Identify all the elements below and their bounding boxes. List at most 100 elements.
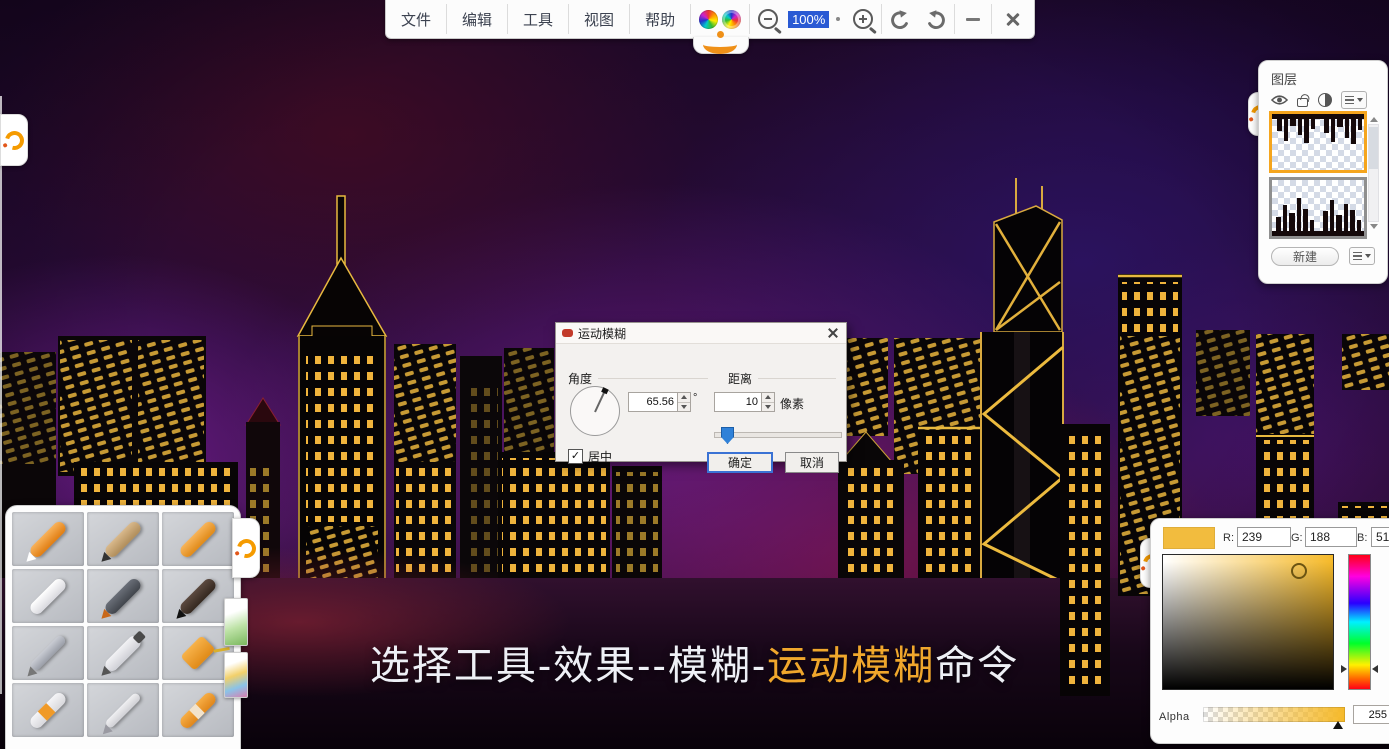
angle-unit: ° xyxy=(693,392,697,404)
dialog-titlebar[interactable]: 运动模糊 xyxy=(556,323,846,344)
menu-file[interactable]: 文件 xyxy=(386,0,446,38)
caption-suffix: 命令 xyxy=(935,644,1019,688)
blue-input[interactable] xyxy=(1371,527,1389,547)
tool-crayon[interactable] xyxy=(162,512,234,566)
center-label: 居中 xyxy=(588,448,612,465)
layers-scrollbar[interactable] xyxy=(1367,115,1380,231)
group-rule xyxy=(598,378,708,379)
contrast-icon[interactable] xyxy=(1318,93,1332,107)
tool-palette-handle[interactable] xyxy=(232,518,260,578)
tool-palette xyxy=(5,505,241,749)
mascot-button[interactable] xyxy=(691,0,749,38)
zoom-out-icon xyxy=(758,9,778,29)
angle-spinner[interactable] xyxy=(678,392,691,412)
tool-liner-brush[interactable] xyxy=(87,683,159,737)
cone-crayon-icon xyxy=(28,519,68,559)
center-checkbox[interactable]: ✓ xyxy=(568,449,583,464)
eye-icon[interactable] xyxy=(1271,94,1288,106)
spin-up-icon[interactable] xyxy=(762,393,774,402)
angle-input[interactable] xyxy=(628,392,678,412)
zoom-in-icon xyxy=(853,9,873,29)
menu-view[interactable]: 视图 xyxy=(569,0,629,38)
chalk-icon xyxy=(28,576,68,616)
sv-marker-icon[interactable] xyxy=(1291,563,1307,579)
motion-blur-dialog: 运动模糊 角度 距离 ° 像素 xyxy=(555,322,847,462)
alpha-slider[interactable] xyxy=(1203,707,1345,722)
smile-icon xyxy=(703,35,737,54)
left-panel-handle[interactable] xyxy=(0,114,28,166)
zoom-dropdown-dot[interactable] xyxy=(836,17,840,21)
spin-down-icon[interactable] xyxy=(762,402,774,412)
blue-label: B: xyxy=(1357,532,1367,544)
layer-thumbnail-selected[interactable] xyxy=(1269,111,1367,173)
liner-brush-icon xyxy=(104,691,141,728)
group-rule xyxy=(758,378,836,379)
template-card-plant[interactable] xyxy=(224,598,248,646)
pen-brush-icon xyxy=(178,576,218,616)
alpha-label: Alpha xyxy=(1159,711,1190,723)
zoom-level[interactable]: 100% xyxy=(788,0,829,38)
minimize-button[interactable] xyxy=(955,0,991,38)
tool-flat-brush[interactable] xyxy=(87,569,159,623)
distance-label: 距离 xyxy=(728,370,752,387)
tool-paint-tube[interactable] xyxy=(12,683,84,737)
distance-input[interactable] xyxy=(714,392,762,412)
scroll-thumb[interactable] xyxy=(1369,127,1378,169)
layer-thumbnail[interactable] xyxy=(1269,177,1367,239)
menu-icon xyxy=(1353,252,1362,261)
close-button[interactable] xyxy=(992,0,1034,38)
chevron-down-icon xyxy=(1365,254,1371,258)
distance-slider-handle[interactable] xyxy=(721,427,734,444)
layers-options-button[interactable] xyxy=(1349,247,1375,265)
angle-dial[interactable] xyxy=(570,386,620,436)
angle-dial-pointer[interactable] xyxy=(594,392,605,413)
template-card-colorful[interactable] xyxy=(224,652,248,698)
minimize-icon xyxy=(966,18,980,21)
scroll-up-icon[interactable] xyxy=(1370,117,1378,122)
dialog-close-icon[interactable] xyxy=(826,326,840,340)
crayon-icon xyxy=(178,519,218,559)
app-screen: 选择工具-效果--模糊-运动模糊命令 文件 编辑 工具 视图 帮助 100% xyxy=(0,0,1389,749)
ok-button[interactable]: 确定 xyxy=(707,452,773,473)
tool-pencil[interactable] xyxy=(87,512,159,566)
tool-chalk[interactable] xyxy=(12,569,84,623)
undo-icon xyxy=(889,8,911,30)
zoom-in-button[interactable] xyxy=(845,0,881,38)
spin-down-icon[interactable] xyxy=(678,402,690,412)
palette-knife-icon xyxy=(103,633,143,673)
menu-help[interactable]: 帮助 xyxy=(630,0,690,38)
layer1-preview xyxy=(1272,114,1364,170)
scroll-down-icon[interactable] xyxy=(1370,224,1378,229)
spin-up-icon[interactable] xyxy=(678,393,690,402)
tool-cone-crayon[interactable] xyxy=(12,512,84,566)
canvas-edge xyxy=(0,96,2,694)
red-input[interactable] xyxy=(1237,527,1291,547)
distance-slider[interactable] xyxy=(714,432,842,438)
alpha-input[interactable] xyxy=(1353,705,1389,724)
green-input[interactable] xyxy=(1305,527,1357,547)
layers-panel-title: 图层 xyxy=(1271,69,1297,88)
alpha-handle-icon[interactable] xyxy=(1333,721,1343,729)
undo-button[interactable] xyxy=(882,0,918,38)
red-label: R: xyxy=(1223,532,1234,544)
distance-spinner[interactable] xyxy=(762,392,775,412)
hue-marker-left-icon xyxy=(1341,665,1347,673)
zoom-out-button[interactable] xyxy=(750,0,786,38)
menu-tools[interactable]: 工具 xyxy=(508,0,568,38)
green-label: G: xyxy=(1291,532,1303,544)
tool-palette-knife[interactable] xyxy=(87,626,159,680)
tool-airbrush[interactable] xyxy=(12,626,84,680)
chevron-down-icon xyxy=(1357,98,1363,102)
layers-panel: 图层 新建 xyxy=(1258,60,1388,284)
hue-marker-right-icon xyxy=(1372,665,1378,673)
redo-button[interactable] xyxy=(918,0,954,38)
new-layer-button[interactable]: 新建 xyxy=(1271,247,1339,266)
saturation-value-box[interactable] xyxy=(1163,555,1333,689)
scroll-track[interactable] xyxy=(1368,124,1379,222)
menu-edit[interactable]: 编辑 xyxy=(447,0,507,38)
layer-menu-button[interactable] xyxy=(1341,91,1367,109)
cancel-button[interactable]: 取消 xyxy=(785,452,839,473)
mascot-smile xyxy=(693,37,749,54)
hue-bar[interactable] xyxy=(1349,555,1370,689)
unlock-icon[interactable] xyxy=(1297,93,1309,107)
